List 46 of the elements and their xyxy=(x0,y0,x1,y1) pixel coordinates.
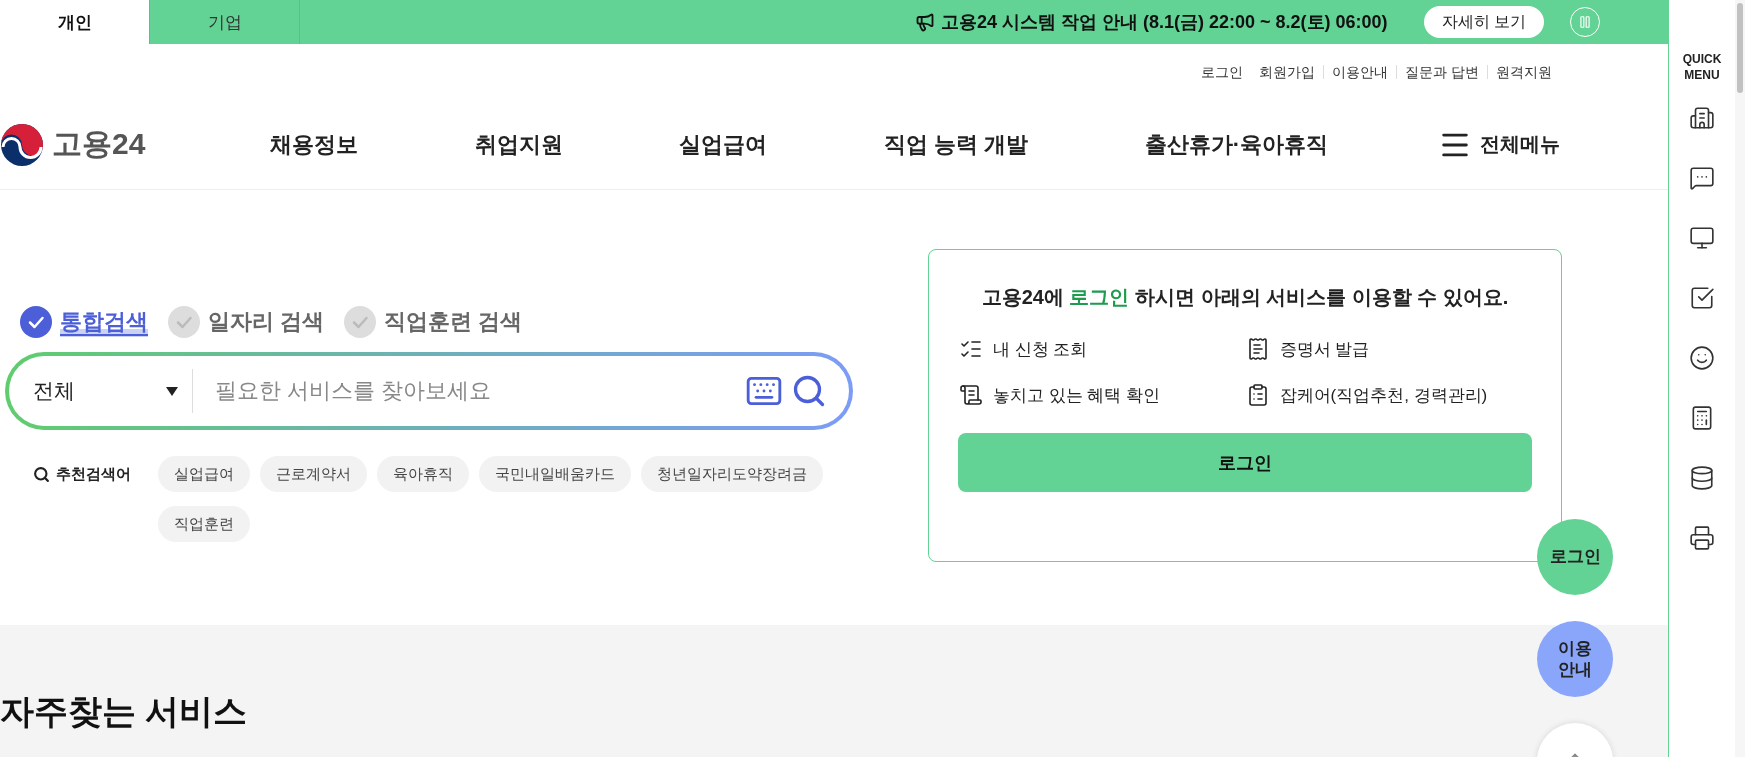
all-menu-button[interactable]: 전체메뉴 xyxy=(1438,127,1560,162)
section-heading: 자주찾는 서비스 xyxy=(0,691,249,732)
check-circle-icon xyxy=(344,306,377,338)
search-input[interactable]: 필요한 서비스를 찾아보세요 xyxy=(193,378,737,404)
search-type-tab[interactable]: 직업훈련 검색 xyxy=(344,306,523,338)
nav-link[interactable]: 출산휴가·육아휴직 xyxy=(1144,129,1328,160)
pause-icon xyxy=(1578,15,1592,29)
utility-link[interactable]: 회원가입 xyxy=(1251,65,1324,79)
utility-link[interactable]: 원격지원 xyxy=(1487,65,1560,79)
logo-emblem-icon xyxy=(0,122,44,167)
utility-link[interactable]: 질문과 답변 xyxy=(1396,65,1487,79)
keyword-chip[interactable]: 청년일자리도약장려금 xyxy=(640,456,823,492)
megaphone-icon xyxy=(914,12,935,32)
recommended-label: 추천검색어 xyxy=(56,464,131,484)
check-circle-icon xyxy=(168,306,200,338)
nav-link[interactable]: 취업지원 xyxy=(474,129,563,160)
caret-icon xyxy=(166,386,178,396)
login-button[interactable]: 로그인 xyxy=(958,433,1532,492)
keyword-chip[interactable]: 국민내일배움카드 xyxy=(478,456,631,492)
service-link[interactable]: 잡케어(직업추천, 경력관리) xyxy=(1279,383,1488,407)
keyword-chip[interactable]: 직업훈련 xyxy=(157,506,250,542)
utility-link[interactable]: 이용안내 xyxy=(1323,65,1397,79)
nav-link[interactable]: 직업 능력 개발 xyxy=(883,129,1029,160)
quick-menu-title: QUICK MENU xyxy=(1681,52,1723,84)
service-link[interactable]: 놓치고 있는 혜택 확인 xyxy=(993,383,1161,407)
search-icon xyxy=(33,465,50,483)
service-link[interactable]: 내 신청 조회 xyxy=(993,337,1088,361)
utility-link[interactable]: 로그인 xyxy=(1193,65,1252,79)
login-float-button[interactable]: 로그인 xyxy=(1537,519,1613,595)
keyword-chip[interactable]: 실업급여 xyxy=(157,456,250,492)
check-circle-icon xyxy=(20,306,52,338)
notice-text: 고용24 시스템 작업 안내 (8.1(금) 22:00 ~ 8.2(토) 06:00) xyxy=(940,11,1388,34)
category-dropdown[interactable]: 전체 xyxy=(33,369,193,413)
document-icon xyxy=(959,383,983,407)
keyword-chip[interactable]: 육아휴직 xyxy=(376,456,469,492)
scrollbar-thumb[interactable] xyxy=(1737,3,1743,93)
keyword-chip[interactable]: 근로계약서 xyxy=(259,456,367,492)
audience-tab[interactable]: 개인 xyxy=(0,0,150,44)
nav-link[interactable]: 실업급여 xyxy=(679,129,768,160)
nav-link[interactable]: 채용정보 xyxy=(270,129,358,160)
service-link[interactable]: 증명서 발급 xyxy=(1279,337,1370,361)
search-button[interactable] xyxy=(791,373,827,409)
search-type-tab[interactable]: 일자리 검색 xyxy=(168,306,325,338)
card-title: 고용24에 로그인 하시면 아래의 서비스를 이용할 수 있어요. xyxy=(980,285,1510,310)
detail-button[interactable]: 자세히 보기 xyxy=(1423,6,1544,38)
site-logo[interactable]: 고용24 xyxy=(0,122,270,167)
